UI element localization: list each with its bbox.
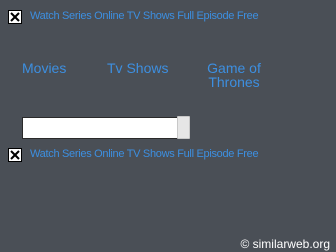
watermark: © similarweb.org — [240, 237, 330, 251]
nav-link-movies[interactable]: Movies — [22, 61, 66, 75]
broken-image-icon[interactable] — [8, 10, 22, 24]
nav-link-game-of-thrones-line2: Thrones — [208, 74, 260, 90]
bottom-banner-link[interactable]: Watch Series Online TV Shows Full Episod… — [30, 148, 259, 160]
nav-link-tv-shows[interactable]: Tv Shows — [107, 61, 168, 75]
search-input-handle[interactable] — [177, 116, 190, 139]
broken-image-icon[interactable] — [8, 148, 22, 162]
search-input[interactable] — [22, 117, 178, 139]
top-banner-link[interactable]: Watch Series Online TV Shows Full Episod… — [30, 10, 259, 22]
nav-link-game-of-thrones-line1: Game of — [207, 60, 261, 76]
nav-link-game-of-thrones[interactable]: Game of Thrones — [200, 61, 268, 89]
